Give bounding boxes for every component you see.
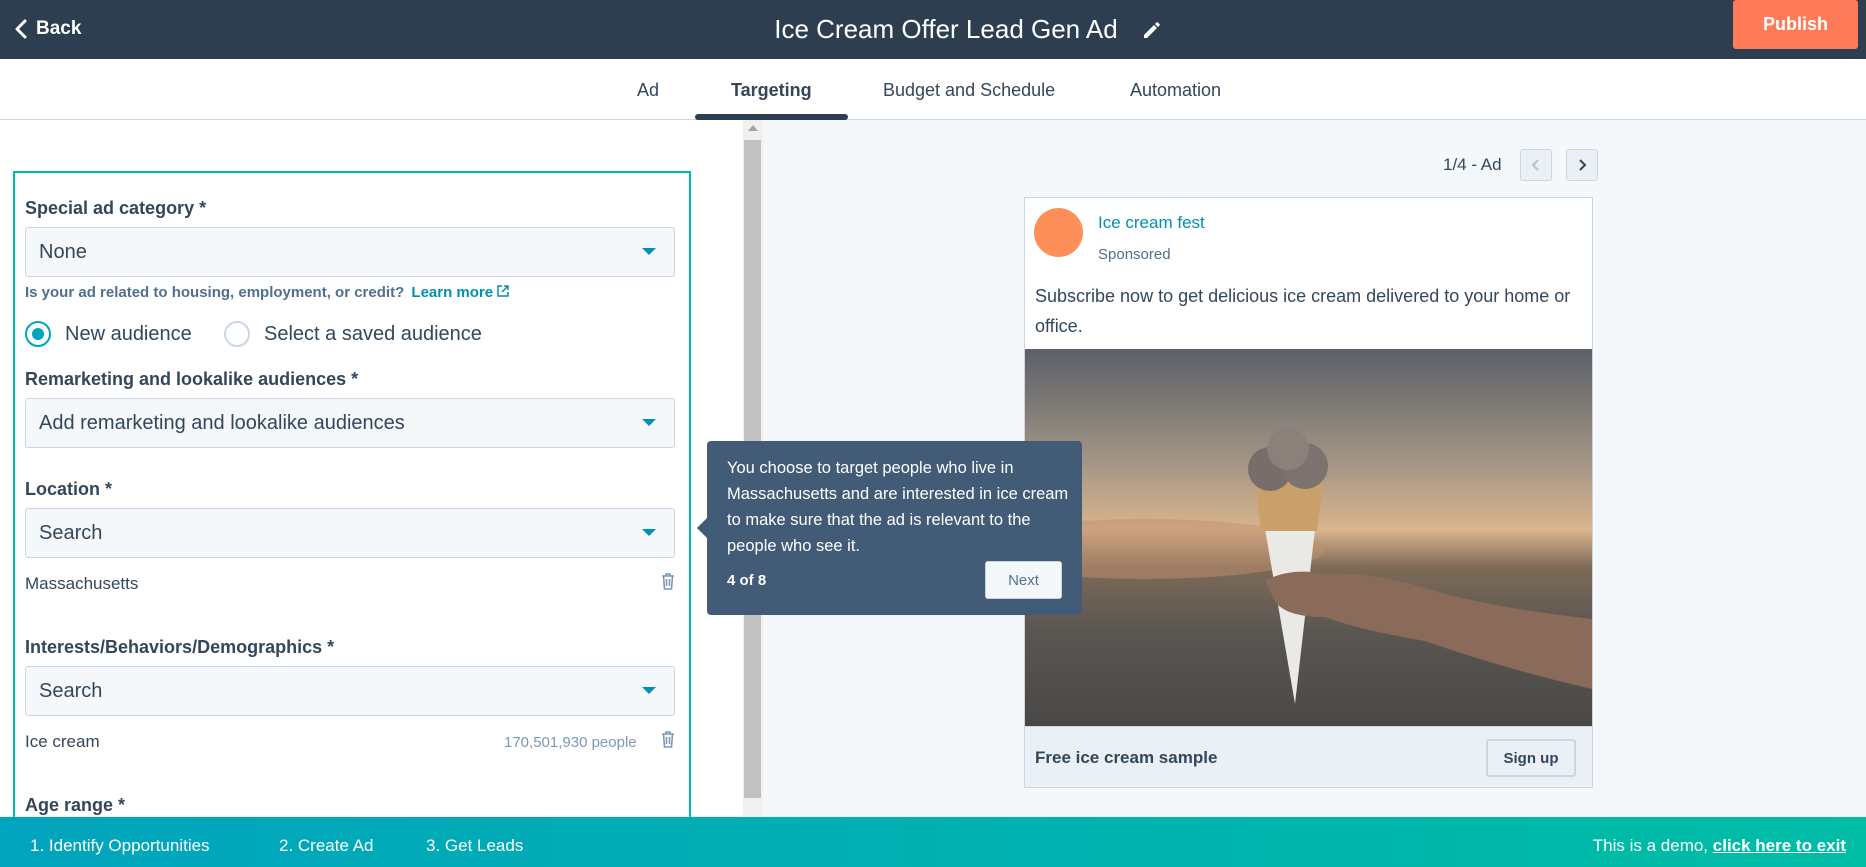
sponsored-label: Sponsored [1098, 246, 1171, 263]
special-ad-helper-text: Is your ad related to housing, employmen… [25, 284, 405, 301]
radio-saved-audience-label: Select a saved audience [264, 322, 482, 345]
caret-down-icon [642, 687, 656, 694]
special-ad-helper: Is your ad related to housing, employmen… [25, 284, 510, 301]
publish-button[interactable]: Publish [1733, 0, 1858, 49]
special-ad-category-select[interactable]: None [25, 227, 675, 277]
tab-automation[interactable]: Automation [1130, 59, 1221, 120]
exit-demo-link[interactable]: click here to exit [1713, 836, 1846, 855]
remarketing-select[interactable]: Add remarketing and lookalike audiences [25, 398, 675, 448]
demo-text: This is a demo, [1592, 836, 1709, 855]
remarketing-label: Remarketing and lookalike audiences * [25, 369, 359, 389]
interests-label: Interests/Behaviors/Demographics * [25, 637, 335, 657]
step-get-leads[interactable]: 3. Get Leads [426, 836, 523, 856]
chevron-right-icon [1579, 159, 1587, 171]
chevron-left-icon [15, 19, 27, 39]
radio-new-audience[interactable]: New audience [25, 320, 192, 348]
remarketing-placeholder: Add remarketing and lookalike audiences [39, 412, 405, 434]
demo-notice: This is a demo, click here to exit [1593, 836, 1846, 856]
ad-pager: 1/4 - Ad [1443, 155, 1502, 174]
trash-icon[interactable] [660, 571, 676, 591]
tooltip-next-button[interactable]: Next [985, 561, 1062, 599]
tab-targeting[interactable]: Targeting [731, 59, 812, 120]
interests-search-select[interactable]: Search [25, 666, 675, 716]
location-search-select[interactable]: Search [25, 508, 675, 558]
step-identify-opportunities[interactable]: 1. Identify Opportunities [30, 836, 210, 856]
interest-item: Ice cream [25, 732, 100, 751]
interest-audience-count: 170,501,930 people [504, 734, 637, 751]
next-ad-button[interactable] [1566, 149, 1598, 181]
avatar [1034, 208, 1083, 257]
special-ad-category-label: Special ad category * [25, 198, 207, 218]
tab-ad[interactable]: Ad [637, 59, 659, 120]
chevron-left-icon [1531, 159, 1539, 171]
radio-button[interactable] [224, 321, 250, 347]
pencil-icon[interactable] [1140, 19, 1162, 41]
radio-button-selected[interactable] [25, 321, 51, 347]
learn-more-label: Learn more [411, 284, 494, 301]
caret-down-icon [642, 419, 656, 426]
learn-more-link[interactable]: Learn more [411, 284, 510, 301]
location-item: Massachusetts [25, 574, 139, 593]
ad-image [1025, 349, 1592, 726]
radio-saved-audience[interactable]: Select a saved audience [224, 320, 482, 348]
tab-bar: Ad Targeting Budget and Schedule Automat… [0, 59, 1866, 120]
trash-icon[interactable] [660, 729, 676, 749]
previous-ad-button[interactable] [1520, 149, 1552, 181]
step-create-ad[interactable]: 2. Create Ad [279, 836, 374, 856]
back-button[interactable]: Back [14, 12, 81, 46]
scroll-up-arrow-icon[interactable] [748, 125, 758, 131]
radio-new-audience-label: New audience [65, 322, 192, 345]
external-link-icon [497, 285, 509, 297]
tooltip-arrow [697, 518, 707, 538]
tooltip-text: You choose to target people who live in … [727, 459, 1069, 555]
sign-up-button[interactable]: Sign up [1486, 739, 1576, 777]
top-bar [0, 0, 1866, 59]
ad-page-name[interactable]: Ice cream fest [1098, 213, 1205, 233]
ad-footer-title: Free ice cream sample [1035, 748, 1218, 767]
location-placeholder: Search [39, 522, 103, 544]
interests-placeholder: Search [39, 680, 103, 702]
special-ad-category-value: None [39, 241, 87, 263]
back-label: Back [36, 18, 82, 39]
age-range-label: Age range * [25, 795, 126, 815]
caret-down-icon [642, 248, 656, 255]
targeting-panel: Special ad category * None Is your ad re… [0, 120, 763, 817]
tab-budget-and-schedule[interactable]: Budget and Schedule [883, 59, 1055, 120]
ad-body-text: Subscribe now to get delicious ice cream… [1035, 286, 1571, 336]
location-label: Location * [25, 479, 113, 499]
tooltip-step-counter: 4 of 8 [727, 572, 767, 589]
caret-down-icon [642, 529, 656, 536]
